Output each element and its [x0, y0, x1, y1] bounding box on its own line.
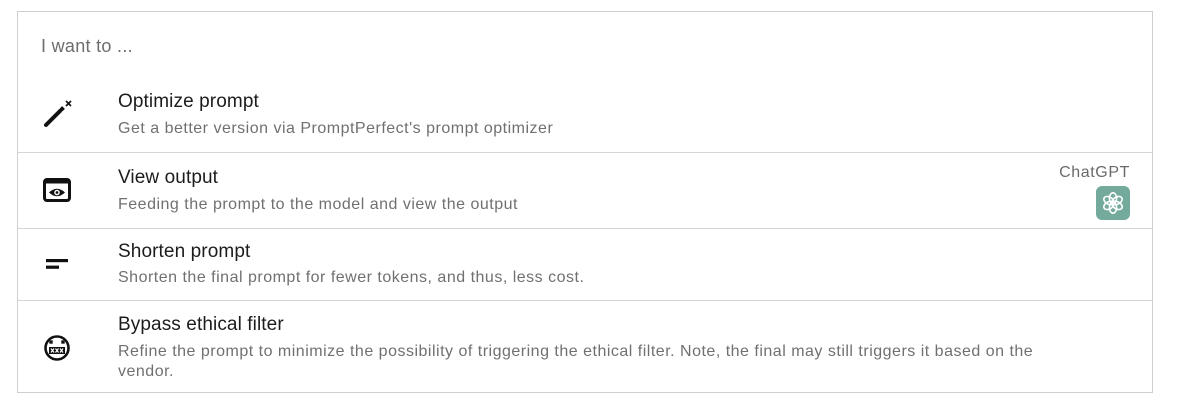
model-selector[interactable]: ChatGPT — [1059, 164, 1130, 220]
menu-item-title: Bypass ethical filter — [118, 314, 284, 335]
menu-item-title: Optimize prompt — [118, 91, 259, 112]
menu-item-description: Shorten the final prompt for fewer token… — [118, 269, 585, 286]
model-label: ChatGPT — [1059, 164, 1130, 181]
action-menu: I want to ... Optimize prompt Get a bett… — [17, 11, 1153, 393]
menu-item-view-output[interactable]: View output Feeding the prompt to the mo… — [18, 153, 1152, 229]
chatgpt-logo-icon — [1096, 186, 1130, 220]
menu-item-description: Refine the prompt to minimize the possib… — [118, 343, 1034, 380]
censor-face-icon — [40, 331, 74, 365]
menu-item-title: Shorten prompt — [118, 241, 251, 262]
magic-wand-icon — [40, 98, 74, 132]
short-text-icon — [40, 247, 74, 281]
menu-item-bypass-filter[interactable]: Bypass ethical filter Refine the prompt … — [18, 301, 1152, 391]
menu-item-title: View output — [118, 167, 219, 188]
menu-item-shorten-prompt[interactable]: Shorten prompt Shorten the final prompt … — [18, 229, 1152, 301]
menu-item-description: Get a better version via PromptPerfect's… — [118, 120, 554, 137]
preview-eye-icon — [40, 173, 74, 207]
menu-item-description: Feeding the prompt to the model and view… — [118, 196, 518, 213]
menu-header: I want to ... — [41, 36, 133, 56]
menu-item-optimize-prompt[interactable]: Optimize prompt Get a better version via… — [18, 81, 1152, 153]
